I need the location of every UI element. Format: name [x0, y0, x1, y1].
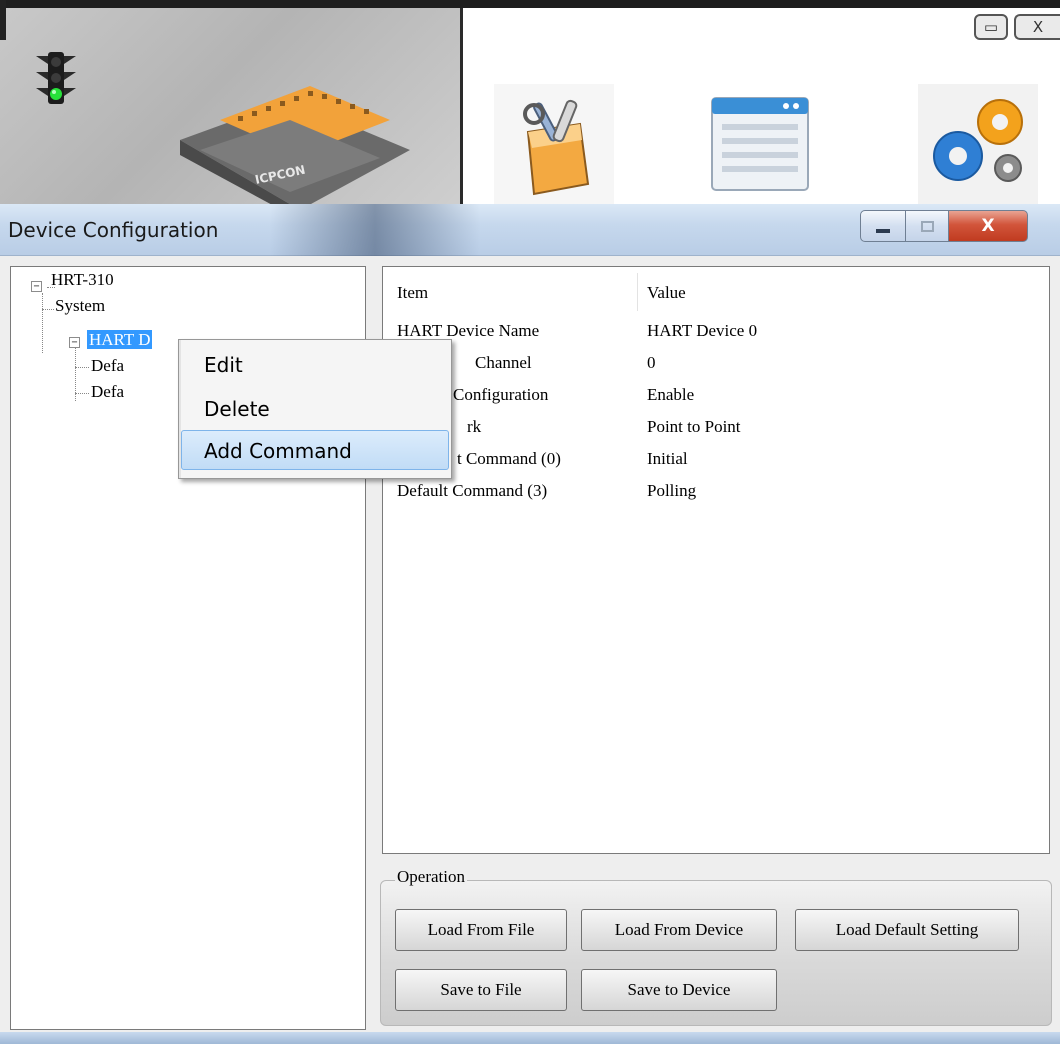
- tree-item-label: HRT-310: [51, 270, 114, 289]
- tree-item-hrt-310[interactable]: HRT-310: [51, 269, 114, 291]
- menu-item-delete[interactable]: Delete: [181, 388, 449, 428]
- context-menu: Edit Delete Add Command: [178, 339, 452, 479]
- column-separator[interactable]: [637, 273, 638, 311]
- table-row[interactable]: Configuration Enable: [383, 381, 1049, 413]
- value-cell: Point to Point: [647, 417, 741, 436]
- operation-legend: Operation: [395, 867, 467, 887]
- background-close-button[interactable]: X: [1014, 14, 1060, 40]
- titlebar-shadow: [270, 204, 480, 256]
- column-header-item[interactable]: Item: [397, 283, 428, 303]
- item-cell: t Command (0): [457, 449, 561, 468]
- device-module-image: ICPCON: [180, 86, 410, 210]
- tree-item-label-selected: HART D: [87, 330, 153, 349]
- table-row[interactable]: HART Device Name HART Device 0: [383, 317, 1049, 349]
- background-application: ICPCON ▭ X: [0, 0, 1060, 210]
- value-cell: 0: [647, 353, 656, 372]
- item-cell: rk: [467, 417, 482, 436]
- tree-line: [75, 393, 89, 394]
- tree-item-hart-device-0[interactable]: HART D: [87, 329, 153, 351]
- item-cell: Channel: [475, 353, 532, 372]
- tree-line: [42, 309, 54, 310]
- load-from-device-button[interactable]: Load From Device: [581, 909, 777, 951]
- close-button[interactable]: X: [948, 210, 1028, 242]
- menu-item-edit[interactable]: Edit: [181, 344, 449, 384]
- menu-item-add-command[interactable]: Add Command: [181, 430, 449, 470]
- load-from-file-button[interactable]: Load From File: [395, 909, 567, 951]
- value-cell: Enable: [647, 385, 695, 404]
- value-cell: HART Device 0: [647, 321, 758, 340]
- collapse-icon[interactable]: −: [69, 337, 80, 348]
- tree-line: [75, 367, 89, 368]
- table-row[interactable]: rk Point to Point: [383, 413, 1049, 445]
- tree-item-system[interactable]: System: [55, 295, 105, 317]
- maximize-button[interactable]: [905, 210, 949, 242]
- maximize-icon: [920, 220, 934, 232]
- tree-item-label: Defa: [91, 382, 125, 401]
- background-minimize-button[interactable]: ▭: [974, 14, 1008, 40]
- tree-line: [42, 293, 43, 353]
- load-default-setting-button[interactable]: Load Default Setting: [795, 909, 1019, 951]
- minimize-glyph: ▭: [983, 18, 999, 36]
- list-header: Item Value: [383, 267, 1049, 317]
- properties-list-view[interactable]: Item Value HART Device Name HART Device …: [382, 266, 1050, 854]
- background-edge: [0, 0, 6, 40]
- window-list-icon[interactable]: [700, 84, 820, 204]
- tools-box-icon[interactable]: [494, 84, 614, 204]
- item-cell: Default Command (3): [397, 481, 548, 500]
- table-row[interactable]: Default Command (3) Polling: [383, 477, 1049, 509]
- column-header-value[interactable]: Value: [647, 283, 686, 303]
- value-cell: Polling: [647, 481, 697, 500]
- background-top-strip: [0, 0, 1060, 8]
- save-to-file-button[interactable]: Save to File: [395, 969, 567, 1011]
- tree-item-label: Defa: [91, 356, 125, 375]
- traffic-light-icon[interactable]: [28, 48, 84, 108]
- dialog-title: Device Configuration: [8, 218, 219, 242]
- minimize-button[interactable]: [860, 210, 906, 242]
- tree-item-label: System: [55, 296, 106, 315]
- value-cell: Initial: [647, 449, 688, 468]
- table-row[interactable]: t Command (0) Initial: [383, 445, 1049, 477]
- minimize-icon: [876, 229, 890, 233]
- tree-item-default-command[interactable]: Defa: [91, 355, 124, 377]
- close-icon: X: [981, 216, 995, 236]
- save-to-device-button[interactable]: Save to Device: [581, 969, 777, 1011]
- operation-group: Operation Load From File Load From Devic…: [380, 867, 1052, 1026]
- item-cell: HART Device Name: [397, 321, 540, 340]
- dialog-bottom-border: [0, 1032, 1060, 1044]
- item-cell: Configuration: [453, 385, 549, 404]
- table-row[interactable]: Channel 0: [383, 349, 1049, 381]
- collapse-icon[interactable]: −: [31, 281, 42, 292]
- close-glyph: X: [1032, 18, 1044, 36]
- gears-icon[interactable]: [918, 84, 1038, 204]
- tree-item-default-command[interactable]: Defa: [91, 381, 124, 403]
- dialog-titlebar[interactable]: Device Configuration X: [0, 204, 1060, 256]
